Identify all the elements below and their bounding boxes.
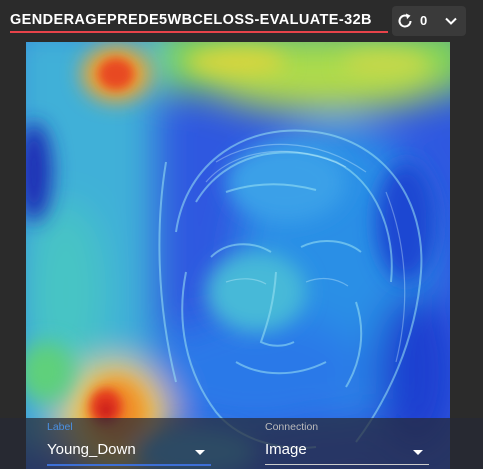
header-controls: 0 (392, 6, 466, 36)
widget-title: GENDERAGEPREDE5WBCELOSS-EVALUATE-32B (10, 12, 372, 28)
chevron-down-icon[interactable] (444, 14, 458, 28)
widget-header: GENDERAGEPREDE5WBCELOSS-EVALUATE-32B 0 (0, 0, 483, 42)
label-underline (47, 464, 211, 466)
label-value: Young_Down (47, 441, 136, 458)
label-select[interactable]: Label Young_Down (47, 418, 211, 469)
connection-caption: Connection (265, 421, 319, 433)
connection-select[interactable]: Connection Image (265, 418, 429, 469)
label-caption: Label (47, 421, 73, 433)
caret-down-icon[interactable] (195, 450, 205, 455)
refresh-icon[interactable] (396, 12, 414, 30)
title-underline (10, 31, 388, 33)
bottom-controls: Label Young_Down Connection Image (0, 418, 483, 469)
connection-underline (265, 464, 429, 465)
heatmap-image (26, 42, 450, 469)
caret-down-icon[interactable] (413, 450, 423, 455)
refresh-count: 0 (420, 13, 428, 28)
connection-value: Image (265, 441, 307, 458)
